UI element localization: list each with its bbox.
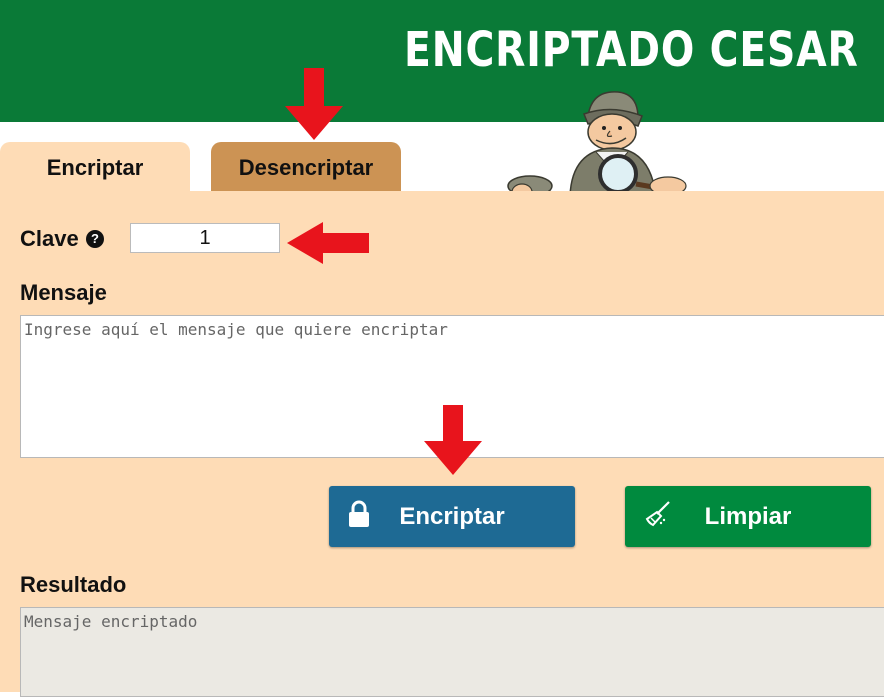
- encrypt-button[interactable]: Encriptar: [329, 486, 575, 547]
- key-input[interactable]: [130, 223, 280, 253]
- clear-button[interactable]: Limpiar: [625, 486, 871, 547]
- message-label: Mensaje: [20, 280, 107, 305]
- arrow-down-icon: [424, 405, 482, 475]
- detective-mascot-image: [507, 91, 687, 201]
- result-label: Resultado: [20, 572, 127, 597]
- result-textarea[interactable]: [20, 607, 884, 697]
- tab-encriptar[interactable]: Encriptar: [0, 142, 190, 194]
- tab-desencriptar[interactable]: Desencriptar: [211, 142, 401, 194]
- page-title: ENCRIPTADO CESAR: [404, 22, 859, 78]
- arrow-down-icon: [285, 68, 343, 140]
- header-bar: ENCRIPTADO CESAR: [0, 0, 884, 122]
- key-label: Clave: [20, 226, 79, 251]
- broom-icon: [645, 501, 670, 527]
- lock-icon: [349, 500, 369, 527]
- help-icon[interactable]: ?: [86, 230, 104, 248]
- arrow-left-icon: [287, 222, 369, 264]
